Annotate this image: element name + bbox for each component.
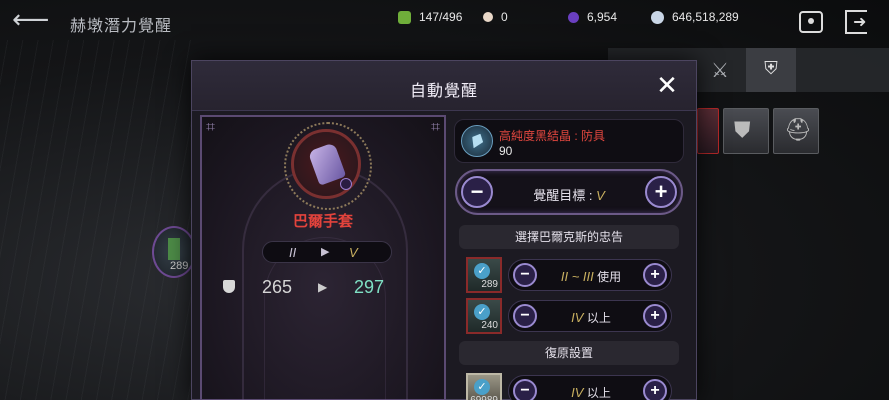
restore-option-row: ✓ 69989 − IV 以上 + (466, 373, 678, 400)
black-crystal-icon (461, 125, 493, 157)
exit-icon[interactable] (845, 10, 867, 34)
defense-shield-icon (223, 280, 235, 293)
item-preview-panel: ⌗ ⌗ 巴爾手套 II ▶ V 265 ▶ 297 (200, 115, 446, 400)
target-value: V (596, 188, 605, 203)
option-text: IV 以上 (539, 384, 643, 400)
crystal-resource: 6,954 (568, 10, 617, 24)
material-card[interactable]: 高純度黑結晶 : 防具 90 (454, 119, 684, 163)
awaken-settings-panel: 高純度黑結晶 : 防具 90 − 覺醒目標 : V + 選擇巴爾克斯的忠告 ✓ … (454, 117, 690, 400)
option-minus-button[interactable]: − (513, 304, 537, 328)
restore-stepper: − IV 以上 + (508, 375, 672, 400)
inventory-icon[interactable] (799, 11, 823, 33)
advice-stepper: − IV 以上 + (508, 300, 672, 332)
ore-count: 147/496 (419, 10, 463, 24)
option-suffix: 以上 (586, 311, 611, 325)
grade-change: II ▶ V (262, 241, 392, 263)
advice-item-count: 289 (481, 279, 498, 290)
advice-option-row: ✓ 240 − IV 以上 + (466, 298, 678, 334)
awaken-target-stepper: − 覺醒目標 : V + (455, 169, 683, 215)
advice-item-slot[interactable]: ✓ 289 (466, 257, 502, 293)
option-grade: IV (571, 310, 584, 325)
restore-item-slot[interactable]: ✓ 69989 (466, 373, 502, 400)
silver-resource: 646,518,289 (651, 10, 739, 24)
weapon-tab-icon[interactable]: ⚔ (700, 58, 740, 88)
checkmark-icon: ✓ (474, 379, 490, 395)
advice-section-header: 選擇巴爾克斯的忠告 (459, 225, 679, 249)
checkmark-icon: ✓ (474, 263, 490, 279)
silver-count: 646,518,289 (672, 10, 739, 24)
dialog-title: 自動覺醒 (409, 83, 478, 100)
material-count: 90 (499, 144, 513, 158)
equipment-slot-gloves[interactable] (697, 108, 719, 154)
pearl-count: 0 (501, 10, 508, 24)
grade-arrow-icon: ▶ (321, 246, 330, 258)
corner-ornament-icon: ⌗ (206, 119, 216, 136)
advice-stepper: − II ~ III 使用 + (508, 259, 672, 291)
defense-to: 297 (354, 277, 385, 297)
target-plus-button[interactable]: + (645, 176, 677, 208)
option-suffix: 使用 (597, 270, 622, 284)
page-title: 赫墩潛力覺醒 (70, 18, 173, 35)
pearl-resource: 0 (483, 10, 508, 24)
equipment-slot-chest[interactable]: ⛊ (723, 108, 769, 154)
crystal-icon (568, 11, 579, 23)
equipment-slot-helmet[interactable]: ⛑ (773, 108, 819, 154)
grade-to: V (349, 245, 358, 260)
target-label: 覺醒目標 : (533, 188, 593, 203)
ore-icon (398, 10, 411, 24)
option-grade: IV (571, 385, 584, 400)
armor-tab-icon[interactable]: ⛨ (746, 48, 796, 92)
material-name: 高純度黑結晶 : 防具 (499, 129, 606, 143)
option-plus-button[interactable]: + (643, 263, 667, 287)
advice-option-row: ✓ 289 − II ~ III 使用 + (466, 257, 678, 293)
auto-awaken-dialog: 自動覺醒 ✕ ⌗ ⌗ 巴爾手套 II ▶ V 265 ▶ 297 高純度黑結晶 … (191, 60, 697, 400)
crystal-count: 6,954 (587, 10, 618, 24)
ore-resource: 147/496 (398, 10, 462, 24)
item-icon-frame (284, 122, 372, 210)
option-minus-button[interactable]: − (513, 379, 537, 400)
background-grass (0, 40, 200, 400)
option-plus-button[interactable]: + (643, 304, 667, 328)
background-material-count: 289 (170, 260, 189, 272)
checkmark-icon: ✓ (474, 304, 490, 320)
grade-from: II (289, 245, 297, 260)
top-bar: ⟵ 赫墩潛力覺醒 147/496 0 6,954 646,518,289 (0, 0, 889, 40)
option-minus-button[interactable]: − (513, 263, 537, 287)
crystal-socket-icon (340, 178, 352, 190)
chest-armor-icon: ⛊ (734, 117, 751, 142)
option-suffix: 以上 (586, 386, 611, 400)
helmet-icon: ⛑ (784, 117, 812, 142)
option-text: IV 以上 (539, 309, 643, 326)
close-icon[interactable]: ✕ (654, 72, 680, 98)
pearl-icon (483, 12, 493, 22)
silver-icon (651, 10, 664, 24)
advice-item-count: 240 (481, 320, 498, 331)
item-name: 巴爾手套 (292, 213, 353, 230)
restore-section-header: 復原設置 (459, 341, 679, 365)
option-text: II ~ III 使用 (539, 268, 643, 285)
advice-item-slot[interactable]: ✓ 240 (466, 298, 502, 334)
defense-from: 265 (262, 277, 293, 297)
stat-arrow-icon: ▶ (318, 280, 328, 294)
option-grade: II ~ III (560, 269, 594, 284)
restore-item-count: 69989 (470, 395, 498, 400)
dialog-header: 自動覺醒 ✕ (192, 61, 696, 111)
option-plus-button[interactable]: + (643, 379, 667, 400)
background-material-slot[interactable]: 289 (152, 226, 196, 278)
corner-ornament-icon: ⌗ (430, 119, 440, 136)
back-arrow-icon[interactable]: ⟵ (12, 6, 49, 34)
material-icon (168, 238, 180, 260)
